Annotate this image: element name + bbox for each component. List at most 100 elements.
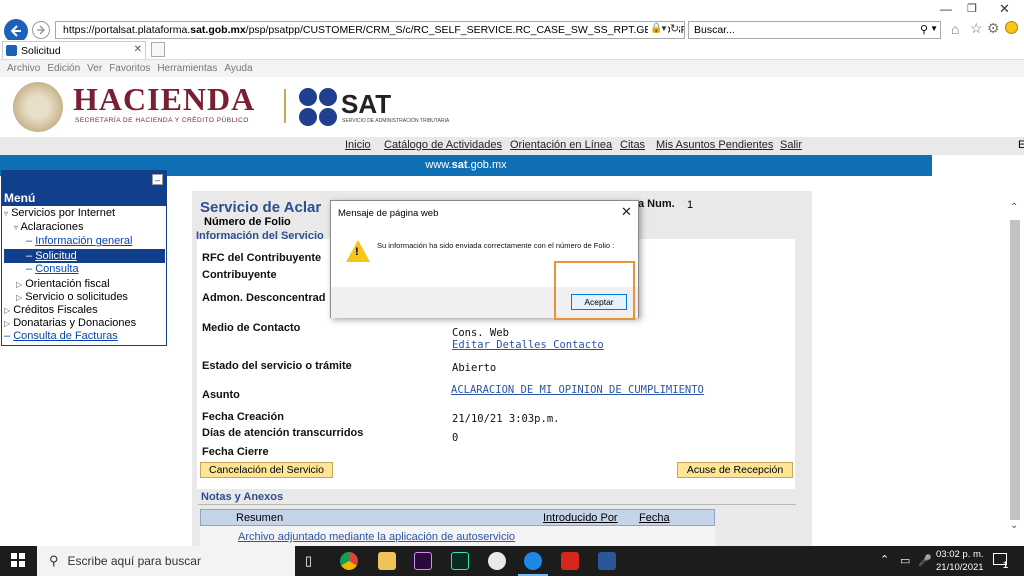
clock-date[interactable]: 21/10/2021 [936, 562, 984, 573]
new-tab-button[interactable] [151, 42, 165, 57]
microphone-icon[interactable]: 🎤 [918, 554, 932, 567]
refresh-icon[interactable]: ↻ [670, 22, 680, 35]
hacienda-title: HACIENDA [73, 81, 256, 117]
browser-titlebar: https://portalsat.plataforma. sat.gob.mx /… [0, 0, 1024, 43]
scroll-down-icon[interactable]: ⌄ [1010, 520, 1018, 531]
dropdown-icon[interactable]: ▼ [660, 24, 668, 33]
task-view-icon[interactable]: ▯ [305, 553, 312, 569]
favorites-star-icon[interactable]: ☆ [970, 20, 983, 37]
nav-mis-asuntos[interactable]: Mis Asuntos Pendientes [656, 139, 773, 151]
nav-citas[interactable]: Citas [620, 139, 645, 151]
header-divider [284, 89, 286, 123]
sidebar-item-servicios[interactable]: ▿ Servicios por Internet [4, 207, 115, 219]
sidebar-item-orientacion[interactable]: ▷ Orientación fiscal [16, 278, 110, 290]
header-fecha[interactable]: Fecha [639, 512, 670, 524]
fecha-cierre-label: Fecha Cierre [202, 446, 269, 458]
arrow-right-icon [37, 25, 46, 35]
home-icon[interactable]: ⌂ [951, 21, 959, 37]
taskbar-search[interactable]: ⚲ Escribe aquí para buscar [37, 546, 295, 576]
menu-ayuda[interactable]: Ayuda [224, 63, 252, 74]
settings-gear-icon[interactable]: ⚙ [987, 20, 1000, 37]
dash-icon: – [26, 263, 33, 275]
fecha-creacion-label: Fecha Creación [202, 411, 284, 423]
dash-icon: – [4, 330, 11, 342]
sidebar-item-informacion[interactable]: – Información general [26, 235, 132, 247]
sidebar-item-aclaraciones[interactable]: ▿ Aclaraciones [14, 221, 83, 233]
medio-contacto-value: Cons. Web [452, 327, 509, 339]
banner-post: .gob.mx [467, 159, 507, 171]
scroll-thumb[interactable] [1010, 220, 1020, 520]
collapsed-triangle-icon: ▷ [16, 280, 23, 289]
audition-icon[interactable] [451, 552, 469, 570]
sidebar-item-donatarias[interactable]: ▷ Donatarias y Donaciones [4, 317, 136, 329]
search-icon[interactable]: ⚲ [920, 23, 928, 36]
paint-icon[interactable] [488, 552, 506, 570]
edit-contact-link[interactable]: Editar Detalles Contacto [452, 339, 604, 351]
page-title: Servicio de Aclar [200, 199, 322, 216]
address-bar[interactable]: https://portalsat.plataforma. sat.gob.mx /… [55, 21, 685, 39]
cancel-service-button[interactable]: Cancelación del Servicio [200, 462, 333, 478]
nav-catalogo[interactable]: Catálogo de Actividades [384, 139, 502, 151]
close-window-icon[interactable]: ✕ [999, 1, 1010, 17]
smiley-feedback-icon[interactable] [1005, 21, 1018, 34]
vertical-scrollbar[interactable]: ⌃ ⌄ [1007, 200, 1024, 540]
header-introducido[interactable]: Introducido Por [543, 512, 618, 524]
acrobat-icon[interactable] [561, 552, 579, 570]
menu-favoritos[interactable]: Favoritos [109, 63, 150, 74]
internet-explorer-icon[interactable] [524, 552, 542, 570]
search-dropdown-icon[interactable]: ▼ [930, 24, 938, 33]
dash-icon: – [26, 250, 33, 262]
nav-inicio[interactable]: Inicio [345, 139, 371, 151]
forward-button[interactable] [32, 21, 50, 39]
menu-edicion[interactable]: Edición [47, 63, 80, 74]
acuse-recepcion-button[interactable]: Acuse de Recepción [677, 462, 793, 478]
tab-close-icon[interactable]: ✕ [134, 44, 142, 55]
sidebar-item-solicitud[interactable]: – Solicitud [4, 249, 165, 263]
menu-ver[interactable]: Ver [87, 63, 102, 74]
fecha-creacion-value: 21/10/21 3:03p.m. [452, 413, 560, 425]
show-hidden-icons[interactable]: ⌃ [880, 553, 889, 566]
url-rest: /psp/psatpp/CUSTOMER/CRM_S/c/RC_SELF_SER… [245, 24, 684, 36]
nav-orientacion[interactable]: Orientación en Línea [510, 139, 612, 151]
menu-herramientas[interactable]: Herramientas [157, 63, 217, 74]
collapse-icon[interactable]: – [152, 174, 163, 185]
sidebar-item-servicio-solicitudes[interactable]: ▷ Servicio o solicitudes [16, 291, 128, 303]
windows-start-icon[interactable] [11, 553, 25, 567]
chrome-icon[interactable] [340, 552, 358, 570]
expanded-triangle-icon: ▿ [14, 223, 19, 232]
tab-solicitud[interactable]: Solicitud ✕ [2, 41, 146, 59]
row-resumen-link[interactable]: Archivo adjuntado mediante la aplicación… [238, 531, 515, 543]
ticket-number: 1 [687, 199, 694, 211]
sat-subtitle: SERVICIO DE ADMINISTRACIÓN TRIBUTARIA [342, 118, 450, 124]
contribuyente-label: Contribuyente [202, 269, 277, 281]
file-explorer-icon[interactable] [378, 552, 396, 570]
asunto-link[interactable]: ACLARACION DE MI OPINION DE CUMPLIMIENTO [451, 384, 704, 396]
minimize-icon[interactable]: — [940, 2, 952, 16]
scroll-up-icon[interactable]: ⌃ [1010, 202, 1018, 213]
url-domain: sat.gob.mx [190, 24, 246, 36]
dialog-close-icon[interactable]: ✕ [621, 204, 632, 220]
section-title: Información del Servicio [196, 230, 324, 242]
sidebar-item-consulta[interactable]: – Consulta [26, 263, 79, 275]
collapsed-triangle-icon: ▷ [16, 293, 23, 302]
clock-time[interactable]: 03:02 p. m. [936, 549, 984, 560]
medio-contacto-label: Medio de Contacto [202, 322, 301, 334]
device-icon[interactable]: ▭ [900, 554, 910, 567]
premiere-icon[interactable] [414, 552, 432, 570]
sidebar-item-creditos[interactable]: ▷ Créditos Fiscales [4, 304, 98, 316]
estado-label: Estado del servicio o trámite [202, 360, 352, 372]
taskbar-search-placeholder: Escribe aquí para buscar [67, 554, 201, 568]
collapsed-triangle-icon: ▷ [4, 319, 11, 328]
top-navigation: Inicio Catálogo de Actividades Orientaci… [0, 137, 1024, 155]
sidebar-item-facturas[interactable]: – Consulta de Facturas [4, 330, 118, 342]
search-input[interactable]: Buscar... ⚲ ▼ [688, 21, 941, 39]
banner-bold: sat [451, 159, 468, 171]
notas-title: Notas y Anexos [201, 491, 284, 503]
header-resumen[interactable]: Resumen [236, 512, 283, 524]
menu-archivo[interactable]: Archivo [7, 63, 40, 74]
nav-salir[interactable]: Salir [780, 139, 802, 151]
restore-icon[interactable]: ❐ [967, 2, 977, 15]
word-icon[interactable] [598, 552, 616, 570]
admon-label: Admon. Desconcentrad [202, 292, 326, 304]
warning-exclamation: ! [355, 246, 359, 258]
